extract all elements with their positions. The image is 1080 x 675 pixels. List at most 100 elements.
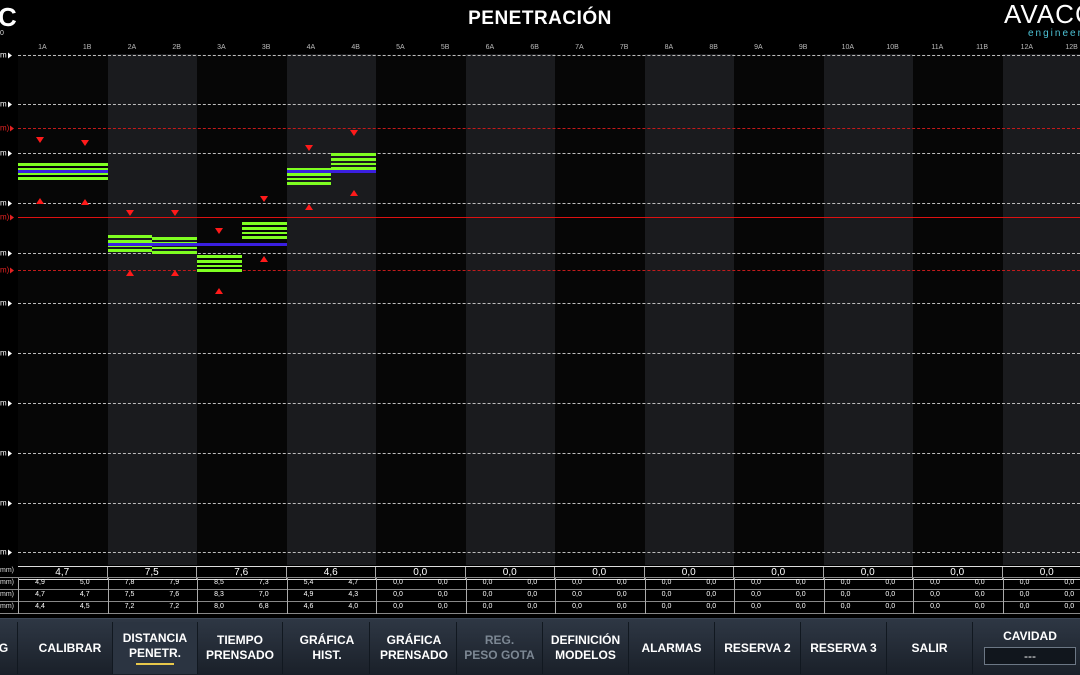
column-label: 5B [440,44,450,51]
gridline [18,55,1080,56]
stats-cell: 0,0 [751,603,761,610]
column-label: 10A [841,44,855,51]
nav-button-5[interactable]: GRÁFICA PRENSADO [372,622,457,674]
stats-cell: 0,0 [885,603,896,610]
stats-cell: 7,2 [124,603,135,610]
stats-cell: 0,0 [795,579,806,586]
stats-cell: 0,0 [751,591,761,598]
stats-divider [555,590,556,602]
stats-cell: 0,0 [572,579,582,586]
stats-divider [913,578,914,590]
lower-limit-marker [170,270,179,276]
gridline [18,503,1080,504]
upper-limit-marker [260,196,269,202]
penetration-stroke [331,157,376,161]
gridline [18,353,1080,354]
penetration-stroke [197,265,242,267]
cavity-mean-bar [197,243,287,246]
page-title: PENETRACIÓN [468,8,612,29]
penetration-stroke [62,177,108,180]
stats-cell: 4,6 [303,603,314,610]
cavidad-input[interactable]: --- [984,647,1076,665]
stats-divider [107,602,109,614]
y-tick-text: m [0,298,7,308]
y-tick-text: m [0,50,7,60]
nav-button-6[interactable]: REG. PESO GOTA [457,622,543,674]
y-tick-text: m [0,198,7,208]
penetration-stroke [197,269,242,272]
nav-button-11[interactable]: SALIR [887,622,973,674]
nav-button-label: RESERVA 2 [724,640,791,655]
nav-button-8[interactable]: ALARMAS [629,622,715,674]
stats-cell: 7,0 [258,591,269,598]
nav-button-2[interactable]: DISTANCIA PENETR. [113,622,198,674]
nav-button-label: GRÁFICA HIST. [299,633,355,662]
penetration-stroke [241,226,287,230]
limit-line [18,128,1080,129]
stats-cell: 0,0 [840,579,851,586]
lower-limit-marker [260,256,269,262]
stats-divider [197,602,198,614]
stats-divider [286,590,288,602]
stats-cell: 4,9 [303,591,314,598]
stats-divider [1002,578,1004,590]
nav-button-9[interactable]: RESERVA 2 [715,622,801,674]
nav-button-label: DISTANCIA PENETR. [122,631,188,660]
stats-divider [197,590,198,602]
stats-cell: 0,0 [930,579,940,586]
stats-cell: 4,3 [348,591,359,598]
column-label: 4A [306,44,316,51]
y-tick-label: m [0,449,12,458]
stats-cell: 0,0 [974,579,985,586]
penetration-stroke [241,235,287,239]
nav-button-3[interactable]: TIEMPO PRENSADO [198,622,283,674]
y-tick-label: m) [0,123,15,133]
upper-limit-marker [125,210,134,216]
stats-cell: 0,0 [706,603,717,610]
column-label: 9B [798,44,808,51]
stats-divider [1002,590,1004,602]
stats-cell: 0,0 [616,591,627,598]
stats-cell: 0,0 [930,603,940,610]
stats-cell: 0,0 [706,579,717,586]
nav-button-label: RESERVA 3 [810,640,877,655]
y-tick-label: m [0,548,12,557]
arrow-right-icon [7,500,12,507]
stats-row: mm) 4,9 5,0 7,8 7,9 8,5 7,3 5,4 4,7 0,0 0,0 0,0 0,0 0… [0,578,1080,590]
stats-cell: 8,0 [214,603,224,610]
stats-row: mm) 4,7 4,7 7,5 7,6 8,3 7,0 4,9 4,3 0,0 0,0 0,0 0,0 0… [0,590,1080,602]
nav-button-0[interactable]: G [0,622,18,674]
brand-name: AVACC [1004,0,1080,29]
arrow-right-icon [10,214,15,221]
stats-cell: 0,0 [482,603,493,610]
stats-cell: 0,0 [661,579,672,586]
nav-button-label: ALARMAS [641,640,702,655]
stats-divider [555,578,556,590]
stats-cell: 0,0 [437,591,448,598]
nav-button-10[interactable]: RESERVA 3 [801,622,887,674]
cavity-mean-bar [286,170,376,173]
stats-divider [644,602,646,614]
arrow-right-icon [7,400,12,407]
nav-button-4[interactable]: GRÁFICA HIST. [285,622,370,674]
arrow-right-icon [10,267,15,274]
stats-divider [18,602,19,614]
penetration-bar-4B [331,152,376,170]
penetration-stroke [286,178,332,181]
stats-divider [555,602,556,614]
upper-limit-marker [81,140,90,146]
cavidad-panel: CAVIDAD --- [980,621,1080,673]
stats-cell: 0,0 [795,603,806,610]
stats-divider [18,590,19,602]
nav-button-7[interactable]: DEFINICIÓN MODELOS [543,622,629,674]
y-tick-label: m) [0,266,15,275]
column-label: 11A [931,44,944,51]
nav-button-1[interactable]: CALIBRAR [28,622,113,674]
y-tick-text: m [0,99,7,109]
stats-cell: 4,5 [79,603,90,610]
stats-cell: 0,0 [393,591,403,598]
stats-cell: 0,0 [1064,591,1075,598]
stats-cell: 7,5 [124,591,135,598]
y-tick-text: m) [0,123,10,133]
stats-cell: 0,0 [1064,579,1075,586]
